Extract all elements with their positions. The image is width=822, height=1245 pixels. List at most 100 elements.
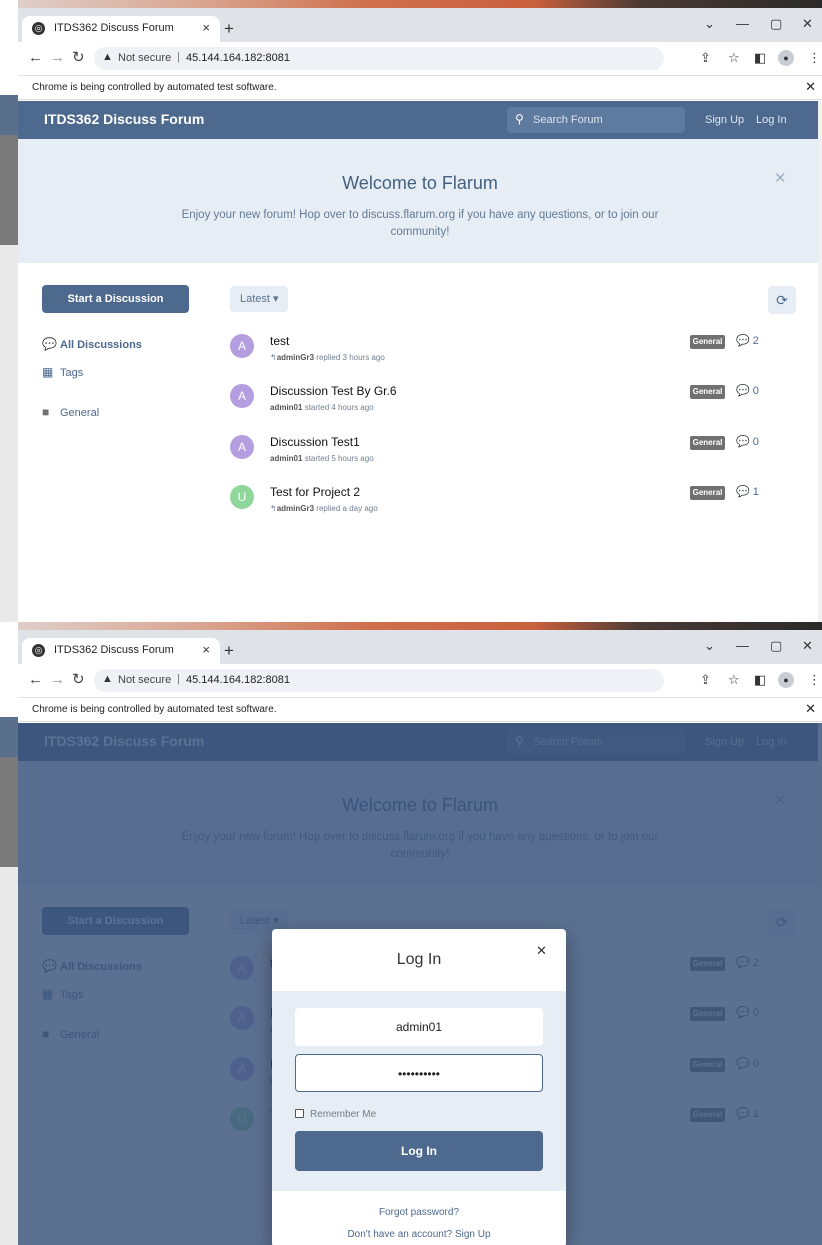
discussion-title[interactable]: Test for Project 2 bbox=[270, 485, 360, 499]
table-row[interactable]: A Discussion Test By Gr.6 admin01 started … bbox=[230, 384, 790, 428]
tab-close-icon[interactable]: × bbox=[202, 642, 210, 657]
forum-header: ITDS362 Discuss Forum ⚲ Search Forum Sig… bbox=[18, 101, 822, 139]
tag-badge[interactable]: General bbox=[690, 436, 725, 450]
profile-avatar-icon[interactable]: ● bbox=[778, 672, 794, 688]
tab-close-icon[interactable]: × bbox=[202, 20, 210, 35]
browser-tab[interactable]: ◎ ITDS362 Discuss Forum × bbox=[22, 638, 220, 664]
avatar[interactable]: A bbox=[230, 334, 254, 358]
back-icon[interactable]: ← bbox=[28, 672, 43, 688]
modal-close-icon[interactable]: ✕ bbox=[536, 943, 547, 959]
reload-icon[interactable]: ↻ bbox=[72, 672, 85, 688]
remember-me-checkbox[interactable]: Remember Me bbox=[295, 1109, 376, 1120]
discussion-title[interactable]: test bbox=[270, 334, 289, 348]
tab-search-icon[interactable]: ⌄ bbox=[704, 638, 715, 654]
url-omnibox[interactable]: ▲ Not secure | 45.144.164.182:8081 bbox=[94, 47, 664, 70]
side-panel-icon[interactable]: ◧ bbox=[754, 51, 766, 65]
reload-icon[interactable]: ↻ bbox=[72, 50, 85, 66]
signup-prompt-link[interactable]: Don't have an account? Sign Up bbox=[272, 1229, 566, 1240]
avatar[interactable]: A bbox=[230, 435, 254, 459]
maximize-icon[interactable]: ▢ bbox=[770, 16, 782, 32]
reply-count: 💬 0 bbox=[736, 436, 759, 448]
start-discussion-button[interactable]: Start a Discussion bbox=[42, 285, 189, 313]
discussion-user[interactable]: admin01 bbox=[270, 454, 302, 463]
discussion-title[interactable]: Discussion Test By Gr.6 bbox=[270, 384, 397, 398]
tab-title: ITDS362 Discuss Forum bbox=[54, 644, 174, 656]
share-icon[interactable]: ⇪ bbox=[700, 51, 711, 65]
share-icon[interactable]: ⇪ bbox=[700, 673, 711, 687]
tag-badge[interactable]: General bbox=[690, 486, 725, 500]
sidebar-item-tags[interactable]: ▦ Tags bbox=[42, 365, 83, 379]
search-input[interactable]: ⚲ Search Forum bbox=[507, 107, 685, 133]
discussion-user[interactable]: adminGr3 bbox=[277, 353, 314, 362]
login-submit-button[interactable]: Log In bbox=[295, 1131, 543, 1171]
discussion-user[interactable]: admin01 bbox=[270, 403, 302, 412]
tab-search-icon[interactable]: ⌄ bbox=[704, 16, 715, 32]
hero-close-icon[interactable]: ✕ bbox=[774, 169, 787, 187]
avatar[interactable]: A bbox=[230, 384, 254, 408]
automation-infobar: Chrome is being controlled by automated … bbox=[18, 76, 822, 100]
comment-icon: 💬 bbox=[736, 385, 750, 397]
address-bar: ← → ↻ ▲ Not secure | 45.144.164.182:8081… bbox=[18, 664, 822, 698]
new-tab-button[interactable]: + bbox=[224, 20, 234, 37]
refresh-icon: ⟳ bbox=[776, 292, 788, 308]
discussion-action: replied 3 hours ago bbox=[316, 353, 385, 362]
discussion-title[interactable]: Discussion Test1 bbox=[270, 435, 360, 449]
forum-brand[interactable]: ITDS362 Discuss Forum bbox=[44, 111, 204, 127]
maximize-icon[interactable]: ▢ bbox=[770, 638, 782, 654]
sidebar-item-all-discussions[interactable]: 💬 All Discussions bbox=[42, 337, 142, 351]
back-icon[interactable]: ← bbox=[28, 50, 43, 66]
profile-avatar-icon[interactable]: ● bbox=[778, 50, 794, 66]
forgot-password-link[interactable]: Forgot password? bbox=[272, 1207, 566, 1218]
infobar-close-icon[interactable]: ✕ bbox=[805, 701, 816, 717]
minimize-icon[interactable]: — bbox=[736, 16, 749, 31]
browser-tab[interactable]: ◎ ITDS362 Discuss Forum × bbox=[22, 16, 220, 42]
table-row[interactable]: Atest ↰adminGr3 replied 3 hours ago Genera… bbox=[230, 334, 790, 378]
browser-menu-icon[interactable]: ⋮ bbox=[808, 51, 821, 65]
discussion-action: started 4 hours ago bbox=[304, 403, 374, 412]
signup-link[interactable]: Sign Up bbox=[705, 114, 744, 126]
reply-count: 💬 1 bbox=[736, 486, 759, 498]
address-bar: ← → ↻ ▲ Not secure | 45.144.164.182:8081… bbox=[18, 42, 822, 76]
browser-menu-icon[interactable]: ⋮ bbox=[808, 673, 821, 687]
forward-icon[interactable]: → bbox=[50, 672, 65, 688]
desktop-wallpaper-strip bbox=[0, 622, 822, 630]
side-panel-icon[interactable]: ◧ bbox=[754, 673, 766, 687]
table-row[interactable]: U Test for Project 2 ↰adminGr3 replied a d… bbox=[230, 485, 790, 529]
forum-page: ITDS362 Discuss Forum ⚲ Search Forum Sig… bbox=[18, 101, 822, 622]
tags-icon: ▦ bbox=[42, 365, 54, 379]
not-secure-label: Not secure bbox=[118, 674, 172, 686]
discussion-action: started 5 hours ago bbox=[304, 454, 374, 463]
password-field[interactable]: •••••••••• bbox=[295, 1054, 543, 1092]
tag-badge[interactable]: General bbox=[690, 385, 725, 399]
login-link[interactable]: Log In bbox=[756, 114, 787, 126]
discussions-icon: 💬 bbox=[42, 337, 57, 351]
new-tab-button[interactable]: + bbox=[224, 642, 234, 659]
modal-backdrop[interactable]: Log In ✕ admin01 •••••••••• Remember Me … bbox=[18, 723, 822, 1245]
comment-icon: 💬 bbox=[736, 486, 750, 498]
screenshot-login-modal: ◎ ITDS362 Discuss Forum × + ⌄ — ▢ ✕ ← → … bbox=[0, 622, 822, 1245]
discussion-user[interactable]: adminGr3 bbox=[277, 504, 314, 513]
window-close-icon[interactable]: ✕ bbox=[802, 638, 813, 654]
infobar-close-icon[interactable]: ✕ bbox=[805, 79, 816, 95]
tab-title: ITDS362 Discuss Forum bbox=[54, 22, 174, 34]
comment-icon: 💬 bbox=[736, 436, 750, 448]
avatar[interactable]: U bbox=[230, 485, 254, 509]
table-row[interactable]: A Discussion Test1 admin01 started 5 hours… bbox=[230, 435, 790, 479]
username-field[interactable]: admin01 bbox=[295, 1008, 543, 1046]
reply-icon: ↰ bbox=[270, 353, 277, 362]
sidebar-item-general[interactable]: ■ General bbox=[42, 405, 99, 419]
minimize-icon[interactable]: — bbox=[736, 638, 749, 653]
page-scrollbar[interactable] bbox=[818, 101, 822, 622]
tag-badge[interactable]: General bbox=[690, 335, 725, 349]
forward-icon[interactable]: → bbox=[50, 50, 65, 66]
checkbox-icon bbox=[295, 1109, 304, 1118]
discussion-action: replied a day ago bbox=[316, 504, 378, 513]
discussion-meta: admin01 started 4 hours ago bbox=[270, 403, 374, 412]
caret-down-icon: ▾ bbox=[273, 293, 279, 305]
url-omnibox[interactable]: ▲ Not secure | 45.144.164.182:8081 bbox=[94, 669, 664, 692]
bookmark-star-icon[interactable]: ☆ bbox=[728, 51, 740, 65]
bookmark-star-icon[interactable]: ☆ bbox=[728, 673, 740, 687]
sort-dropdown[interactable]: Latest ▾ bbox=[230, 286, 288, 312]
window-close-icon[interactable]: ✕ bbox=[802, 16, 813, 32]
refresh-button[interactable]: ⟳ bbox=[768, 286, 796, 314]
